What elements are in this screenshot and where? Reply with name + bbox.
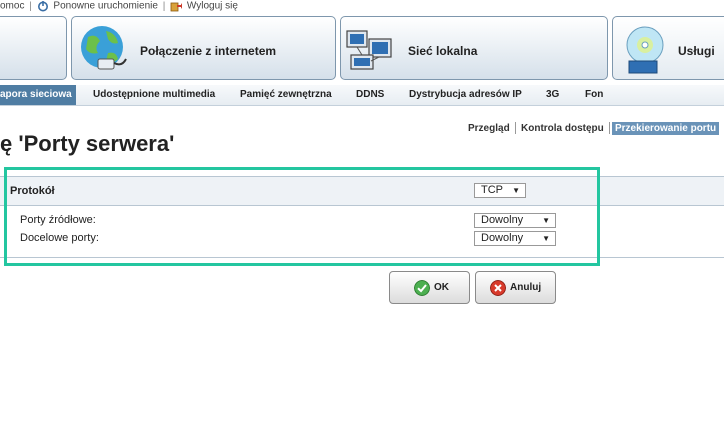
logout-link[interactable]: Wyloguj się	[187, 1, 238, 12]
subnav-item-3g[interactable]: 3G	[546, 89, 559, 100]
restart-link[interactable]: Ponowne uruchomienie	[53, 1, 158, 12]
logout-icon	[170, 2, 183, 12]
main-tab-services[interactable]: Usługi	[612, 16, 724, 80]
main-tab-services-label: Usługi	[678, 44, 715, 58]
form-divider	[0, 257, 724, 258]
disc-icon	[626, 26, 664, 74]
protocol-select-value: TCP	[481, 184, 503, 196]
subnav-item-external-storage[interactable]: Pamięć zewnętrzna	[240, 89, 332, 100]
subnav-item-firewall[interactable]: apora sieciowa	[0, 85, 76, 105]
main-tab-lan-label: Sieć lokalna	[408, 44, 478, 58]
main-tab-partial[interactable]	[0, 16, 67, 80]
tab-access-control[interactable]: Kontrola dostępu	[521, 123, 604, 134]
globe-icon	[81, 26, 127, 70]
help-link[interactable]: omoc	[0, 1, 24, 12]
dropdown-arrow-icon: ▼	[512, 186, 520, 195]
separator: |	[29, 0, 32, 12]
separator: |	[162, 0, 166, 12]
tab-port-forwarding[interactable]: Przekierowanie portu	[612, 122, 720, 135]
subnav-item-ddns[interactable]: DDNS	[356, 89, 384, 100]
source-ports-select[interactable]: Dowolny ▼	[474, 213, 556, 228]
tab-divider	[515, 122, 516, 134]
ok-button[interactable]: OK	[389, 271, 470, 304]
check-icon	[414, 280, 430, 296]
ok-button-label: OK	[434, 282, 449, 293]
main-tab-lan[interactable]: Sieć lokalna	[340, 16, 608, 80]
main-tab-internet-label: Połączenie z internetem	[140, 44, 277, 58]
cancel-icon	[490, 280, 506, 296]
tab-overview[interactable]: Przegląd	[468, 123, 510, 134]
source-ports-label: Porty źródłowe:	[20, 214, 96, 226]
protocol-label: Protokół	[10, 185, 55, 197]
sub-navigation: apora sieciowa Udostępnione multimedia P…	[0, 85, 724, 106]
dropdown-arrow-icon: ▼	[542, 216, 550, 225]
subnav-item-fon[interactable]: Fon	[585, 89, 603, 100]
protocol-select[interactable]: TCP ▼	[474, 183, 526, 198]
dest-ports-select-value: Dowolny	[481, 232, 524, 244]
top-links: omoc | Ponowne uruchomienie | Wyloguj si…	[0, 0, 238, 14]
power-icon	[37, 1, 48, 12]
tab-divider	[609, 122, 610, 134]
dest-ports-select[interactable]: Dowolny ▼	[474, 231, 556, 246]
subnav-item-ip-distribution[interactable]: Dystrybucja adresów IP	[409, 89, 522, 100]
dest-ports-label: Docelowe porty:	[20, 232, 99, 244]
main-tab-internet[interactable]: Połączenie z internetem	[71, 16, 336, 80]
cancel-button[interactable]: Anuluj	[475, 271, 556, 304]
subnav-item-shared-media[interactable]: Udostępnione multimedia	[93, 89, 215, 100]
cancel-button-label: Anuluj	[510, 282, 542, 293]
dropdown-arrow-icon: ▼	[542, 234, 550, 243]
protocol-row	[0, 177, 724, 206]
source-ports-select-value: Dowolny	[481, 214, 524, 226]
network-computers-icon	[346, 30, 392, 70]
page-title: ę 'Porty serwera'	[0, 131, 175, 156]
